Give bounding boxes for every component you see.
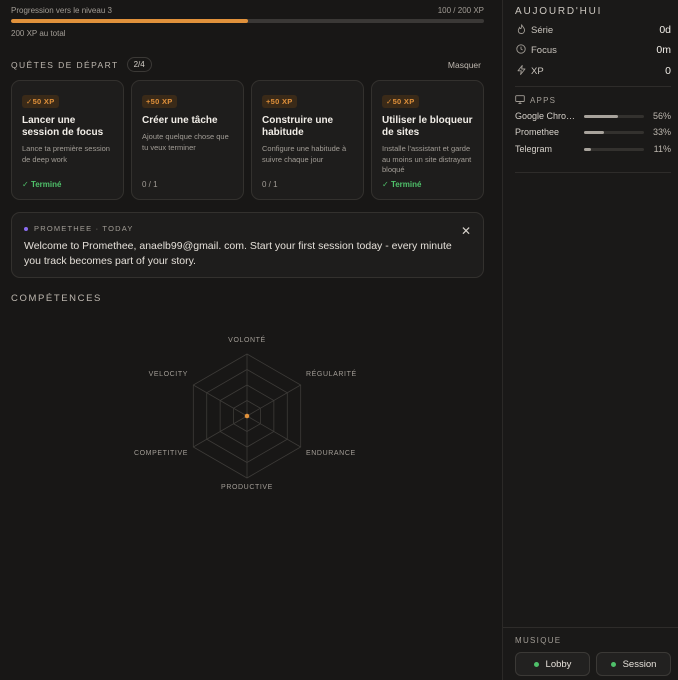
stat-label: Série xyxy=(531,24,554,36)
app-usage-row: Telegram 11% xyxy=(515,143,671,155)
stat-focus: Focus 0m xyxy=(515,44,671,56)
quest-title: Utiliser le bloqueur de sites xyxy=(382,115,473,138)
radar-center-point xyxy=(244,413,250,419)
quest-status-label: Terminé xyxy=(30,180,62,189)
sidebar: AUJOURD'HUI Série 0d Focus 0m XP 0 APPS … xyxy=(502,0,678,680)
app-name: Google Chrome xyxy=(515,111,577,121)
green-dot-icon xyxy=(610,661,616,667)
stat-label: Focus xyxy=(531,44,557,56)
quest-card[interactable]: ✓50 XP Utiliser le bloqueur de sites Ins… xyxy=(371,80,484,200)
stat-value: 0m xyxy=(656,44,671,56)
music-buttons: Lobby Session xyxy=(515,652,671,676)
app-usage-row: Promethee 33% xyxy=(515,126,671,138)
skills-title: COMPÉTENCES xyxy=(11,293,102,304)
stat-value: 0 xyxy=(665,65,671,77)
app-name: Promethee xyxy=(515,127,560,137)
radar-axis-label: PRODUCTIVE xyxy=(221,484,273,491)
welcome-text: Welcome to Promethee, anaelb99@gmail. co… xyxy=(24,240,452,267)
music-lobby-button[interactable]: Lobby xyxy=(515,652,590,676)
app-name: Telegram xyxy=(515,144,553,154)
xp-badge: ✓50 XP xyxy=(382,95,419,108)
app-usage-bar xyxy=(584,147,644,151)
green-dot-icon xyxy=(533,661,539,667)
quest-status: ✓ Terminé xyxy=(22,180,61,189)
quest-status: ✓ Terminé xyxy=(382,180,421,189)
divider xyxy=(515,172,671,173)
app-usage-bar xyxy=(584,130,644,134)
xp-total: 200 XP au total xyxy=(11,29,66,38)
check-icon: ✓ xyxy=(382,180,391,189)
music-button-label: Session xyxy=(622,658,657,670)
today-title: AUJOURD'HUI xyxy=(515,6,603,17)
welcome-header: PROMETHEE · TODAY xyxy=(24,224,471,233)
stat-streak: Série 0d xyxy=(515,24,671,36)
quest-card[interactable]: +50 XP Créer une tâche Ajoute quelque ch… xyxy=(131,80,244,200)
quest-title: Construire une habitude xyxy=(262,115,334,138)
quest-title: Créer une tâche xyxy=(142,115,218,126)
music-title: MUSIQUE xyxy=(515,636,562,645)
app-usage-percent: 56% xyxy=(652,111,671,121)
app-usage-row: Google Chrome 56% xyxy=(515,110,671,122)
monitor-icon xyxy=(515,95,525,106)
music-session-button[interactable]: Session xyxy=(596,652,671,676)
clock-icon xyxy=(515,44,527,56)
quest-card[interactable]: +50 XP Construire une habitude Configure… xyxy=(251,80,364,200)
quests-title: QUÊTES DE DÉPART xyxy=(11,59,119,70)
stat-label: XP xyxy=(531,65,544,77)
quest-list: ✓50 XP Lancer une session de focus Lance… xyxy=(11,80,484,200)
check-icon: ✓ xyxy=(22,180,31,189)
quests-count-badge: 2/4 xyxy=(126,57,152,72)
skills-radar-chart: VOLONTÉ RÉGULARITÉ ENDURANCE PRODUCTIVE … xyxy=(134,335,357,491)
radar-axis-label: VELOCITY xyxy=(149,371,188,378)
quest-description: Installe l'assistant et garde au moins u… xyxy=(382,144,472,174)
radar-axis-label: RÉGULARITÉ xyxy=(306,369,357,378)
bolt-icon xyxy=(515,65,527,77)
radar-axis-label: ENDURANCE xyxy=(306,450,356,457)
radar-axis-label: VOLONTÉ xyxy=(228,335,266,344)
level-progress-value: 100 / 200 XP xyxy=(437,6,484,15)
welcome-header-label: PROMETHEE · TODAY xyxy=(34,224,134,233)
stat-value: 0d xyxy=(659,24,671,36)
divider xyxy=(515,86,671,87)
quest-description: Ajoute quelque chose que tu veux termine… xyxy=(142,132,229,152)
app-usage-bar-fill xyxy=(584,147,591,151)
close-icon[interactable]: ✕ xyxy=(460,225,472,237)
divider xyxy=(503,627,678,628)
quest-description: Configure une habitude à suivre chaque j… xyxy=(262,144,347,164)
status-dot-icon xyxy=(24,226,28,231)
level-progress-header: Progression vers le niveau 3 100 / 200 X… xyxy=(11,6,484,15)
app-usage-percent: 33% xyxy=(652,127,671,137)
quest-progress: 0 / 1 xyxy=(142,180,158,189)
stat-xp: XP 0 xyxy=(515,65,671,77)
main-panel: Progression vers le niveau 3 100 / 200 X… xyxy=(0,0,502,680)
welcome-message: PROMETHEE · TODAY Welcome to Promethee, … xyxy=(11,212,484,278)
app-usage-bar xyxy=(584,114,644,118)
app-usage-bar-fill xyxy=(584,114,618,118)
xp-badge: +50 XP xyxy=(262,95,297,108)
app-usage-percent: 11% xyxy=(653,144,671,154)
level-progress-bar xyxy=(11,19,484,23)
music-button-label: Lobby xyxy=(545,658,572,670)
quest-description: Lance ta première session de deep work xyxy=(22,144,110,164)
xp-badge: +50 XP xyxy=(142,95,177,108)
quests-header: QUÊTES DE DÉPART 2/4 Masquer xyxy=(11,57,484,72)
apps-title-label: APPS xyxy=(530,96,557,105)
level-progress-label: Progression vers le niveau 3 xyxy=(11,6,112,15)
xp-badge: ✓50 XP xyxy=(22,95,59,108)
flame-icon xyxy=(515,24,527,36)
quest-card[interactable]: ✓50 XP Lancer une session de focus Lance… xyxy=(11,80,124,200)
level-progress-fill xyxy=(11,19,248,23)
radar-axis-label: COMPETITIVE xyxy=(134,450,188,457)
apps-title: APPS xyxy=(515,95,556,106)
quest-title: Lancer une session de focus xyxy=(22,115,104,138)
app-usage-bar-fill xyxy=(584,130,604,134)
hide-quests-button[interactable]: Masquer xyxy=(448,60,481,70)
quest-status-label: Terminé xyxy=(390,180,422,189)
quest-progress: 0 / 1 xyxy=(262,180,278,189)
